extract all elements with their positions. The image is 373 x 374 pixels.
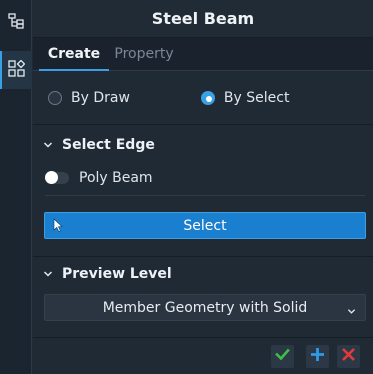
tab-bar: Create Property [33,38,373,71]
check-icon [275,347,290,366]
by-select-radio[interactable]: By Select [200,89,290,106]
cursor-arrow-icon [53,218,63,236]
tab-property[interactable]: Property [109,38,179,70]
preview-level-header[interactable]: Preview Level [33,258,373,290]
ok-button[interactable] [271,345,294,368]
plus-icon [310,347,325,366]
poly-beam-row: Poly Beam [33,161,373,195]
side-rail [0,0,32,374]
add-button[interactable] [306,345,329,368]
section-separator [33,256,373,257]
section-divider [45,195,365,196]
select-edge-title: Select Edge [62,137,155,153]
radio-on-icon [200,90,215,105]
tree-outline-icon [8,13,24,33]
preview-level-title: Preview Level [62,266,172,282]
chevron-down-icon [43,140,53,150]
select-button-label: Select [183,217,227,234]
select-button[interactable]: Select [44,212,366,239]
tree-view-button[interactable] [0,4,32,42]
steel-beam-panel: Steel Beam Create Property By Draw By Se… [33,0,373,374]
radio-off-icon [48,90,62,105]
grid-diamond-icon [7,59,25,81]
by-select-label: By Select [223,89,290,106]
component-view-button[interactable] [0,51,32,89]
poly-beam-toggle[interactable] [45,171,69,184]
mode-radio-group: By Draw By Select [33,71,373,125]
poly-beam-label: Poly Beam [79,170,153,186]
chevron-down-icon [347,304,356,320]
select-edge-header[interactable]: Select Edge [33,129,373,161]
preview-level-select[interactable]: Member Geometry with Solid [44,294,366,321]
cancel-button[interactable] [337,345,360,368]
close-icon [341,347,356,366]
action-footer [33,337,373,374]
by-draw-label: By Draw [71,89,130,106]
preview-level-value: Member Geometry with Solid [102,299,308,316]
chevron-down-icon [43,269,53,279]
by-draw-radio[interactable]: By Draw [48,90,130,106]
panel-title: Steel Beam [33,0,373,38]
tab-create[interactable]: Create [39,38,109,71]
